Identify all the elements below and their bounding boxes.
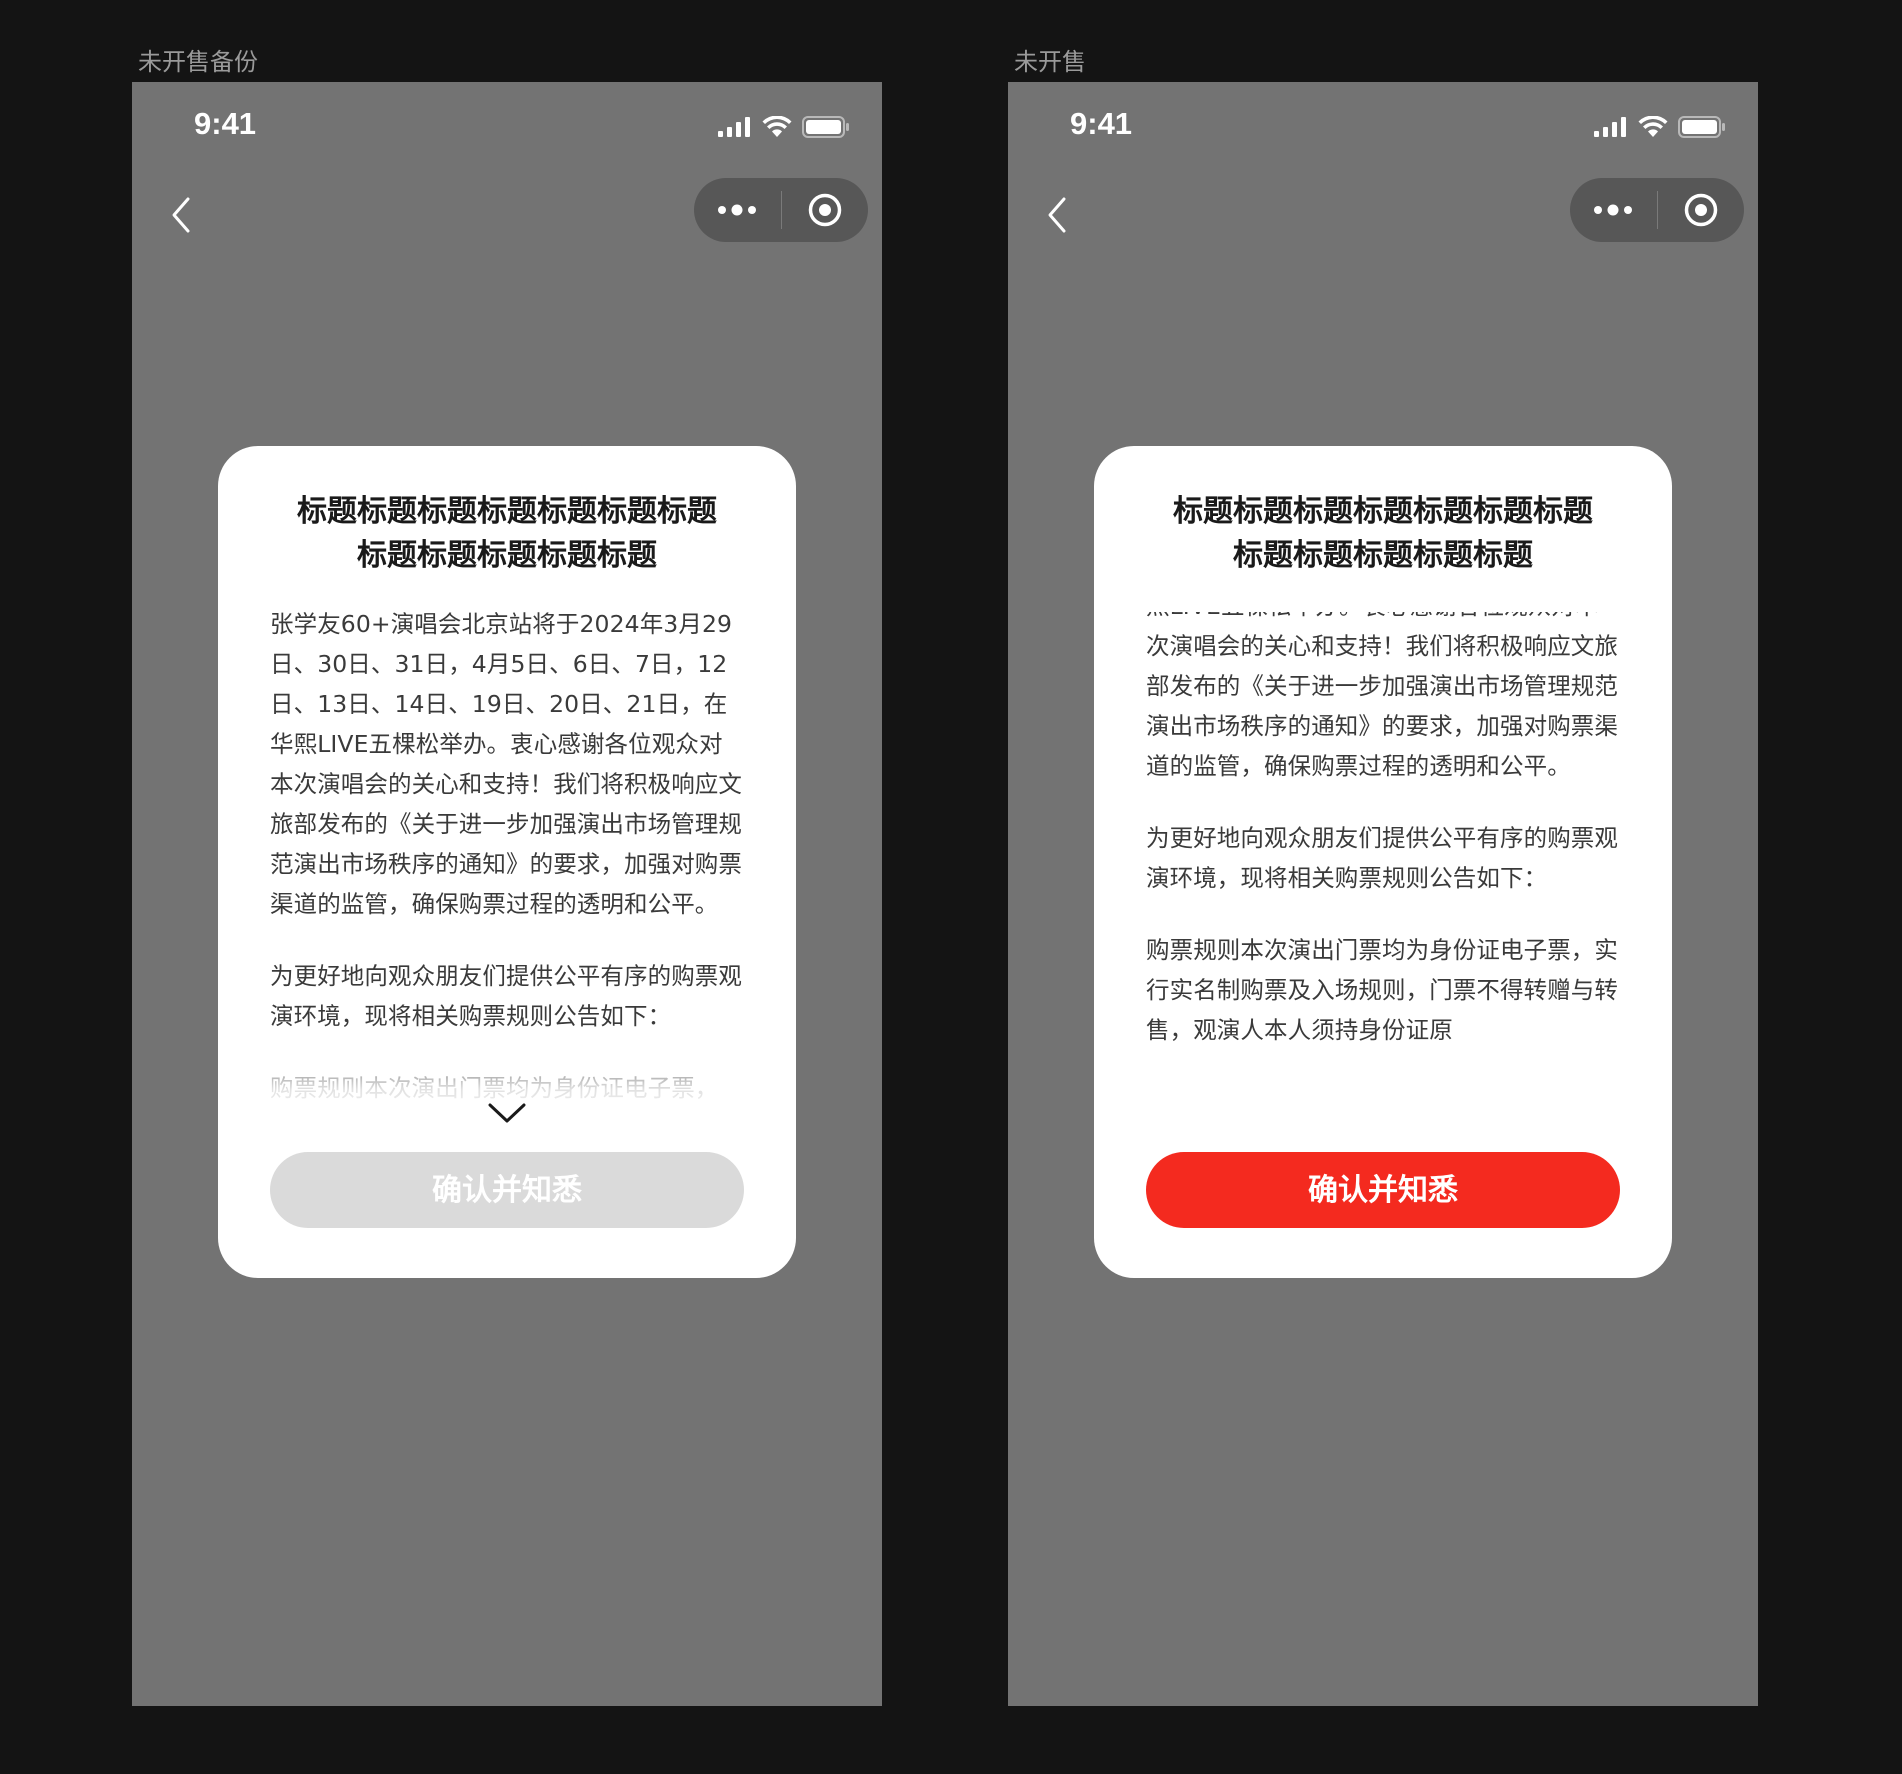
- notice-paragraph: 购票规则本次演出门票均为身份证电子票，实行实名制购票及入场规则，门票不得转赠与转…: [1146, 936, 1618, 1044]
- more-dots-icon: [718, 204, 757, 216]
- notice-paragraph: 为更好地向观众朋友们提供公平有序的购票观演环境，现将相关购票规则公告如下：: [270, 962, 742, 1030]
- close-app-button[interactable]: [1658, 178, 1745, 242]
- status-time: 9:41: [1070, 106, 1133, 141]
- frame-label-backup: 未开售备份: [138, 48, 258, 76]
- modal-body-scroll[interactable]: 张学友60+演唱会北京站将于2024年3月29日、30日、31日，4月5日、6日…: [270, 604, 744, 1130]
- notice-modal: 标题标题标题标题标题标题标题 标题标题标题标题标题 熙LIVE五棵松举办。衷心感…: [1094, 446, 1672, 1278]
- more-dots-icon: [1594, 204, 1633, 216]
- mini-program-capsule: [694, 178, 868, 242]
- modal-title: 标题标题标题标题标题标题标题 标题标题标题标题标题: [297, 494, 717, 573]
- modal-body: 张学友60+演唱会北京站将于2024年3月29日、30日、31日，4月5日、6日…: [270, 604, 744, 1108]
- frame-label-not-on-sale: 未开售: [1014, 48, 1086, 76]
- close-app-button[interactable]: [782, 178, 869, 242]
- phone-frame-backup: 9:41 标题标题标题标题标题标题标题 标题标题标题标题标题 张学友60+演唱会…: [132, 82, 882, 1706]
- modal-body: 熙LIVE五棵松举办。衷心感谢各位观众对本次演唱会的关心和支持！我们将积极响应文…: [1146, 612, 1620, 1050]
- back-button[interactable]: [162, 190, 202, 240]
- mini-program-capsule: [1570, 178, 1744, 242]
- notice-paragraph: 熙LIVE五棵松举办。衷心感谢各位观众对本次演唱会的关心和支持！我们将积极响应文…: [1146, 612, 1618, 780]
- target-circle-icon: [808, 193, 841, 227]
- back-button[interactable]: [1038, 190, 1078, 240]
- more-button[interactable]: [1570, 178, 1657, 242]
- status-time: 9:41: [194, 106, 257, 141]
- chevron-down-icon: [488, 1103, 526, 1123]
- wifi-icon: [762, 116, 792, 137]
- modal-body-scroll[interactable]: 熙LIVE五棵松举办。衷心感谢各位观众对本次演唱会的关心和支持！我们将积极响应文…: [1146, 612, 1620, 1116]
- status-icons: [718, 116, 850, 138]
- chevron-left-icon: [1048, 197, 1066, 233]
- confirm-button[interactable]: 确认并知悉: [1146, 1152, 1620, 1228]
- notice-paragraph: 为更好地向观众朋友们提供公平有序的购票观演环境，现将相关购票规则公告如下：: [1146, 824, 1618, 892]
- signal-icon: [1594, 117, 1626, 137]
- chevron-left-icon: [172, 197, 190, 233]
- battery-icon: [1678, 116, 1725, 138]
- modal-title: 标题标题标题标题标题标题标题 标题标题标题标题标题: [1173, 494, 1593, 573]
- status-icons: [1594, 116, 1726, 138]
- phone-frame-not-on-sale: 9:41 标题标题标题标题标题标题标题 标题标题标题标题标题 熙LIVE五棵松举…: [1008, 82, 1758, 1706]
- battery-icon: [802, 116, 849, 138]
- target-circle-icon: [1684, 193, 1717, 227]
- scroll-more-hint[interactable]: [487, 1102, 527, 1124]
- notice-modal: 标题标题标题标题标题标题标题 标题标题标题标题标题 张学友60+演唱会北京站将于…: [218, 446, 796, 1278]
- more-button[interactable]: [694, 178, 781, 242]
- notice-paragraph: 张学友60+演唱会北京站将于2024年3月29日、30日、31日，4月5日、6日…: [270, 610, 742, 918]
- wifi-icon: [1638, 116, 1668, 137]
- confirm-button[interactable]: 确认并知悉: [270, 1152, 744, 1228]
- signal-icon: [718, 117, 750, 137]
